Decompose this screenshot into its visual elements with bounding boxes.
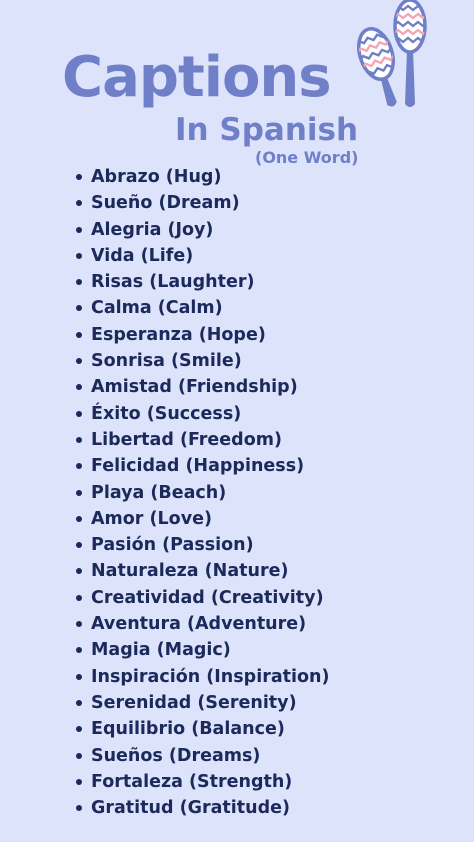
bullet-icon bbox=[76, 699, 82, 706]
list-item: Amor (Love) bbox=[72, 506, 330, 532]
list-item: Inspiración (Inspiration) bbox=[72, 664, 330, 690]
caption-list: Abrazo (Hug) Sueño (Dream) Alegria (Joy)… bbox=[72, 164, 330, 821]
list-item-text: Calma (Calm) bbox=[91, 298, 223, 319]
list-item-text: Sonrisa (Smile) bbox=[91, 351, 242, 372]
bullet-icon bbox=[76, 568, 82, 575]
list-item-text: Gratitud (Gratitude) bbox=[91, 798, 290, 819]
list-item-text: Creatividad (Creativity) bbox=[91, 587, 324, 608]
list-item-text: Sueños (Dreams) bbox=[91, 745, 261, 766]
list-item: Magia (Magic) bbox=[72, 637, 330, 663]
list-item: Pasión (Passion) bbox=[72, 532, 330, 558]
bullet-icon bbox=[76, 331, 82, 338]
bullet-icon bbox=[76, 252, 82, 259]
list-item: Sueños (Dreams) bbox=[72, 743, 330, 769]
bullet-icon bbox=[76, 778, 82, 785]
bullet-icon bbox=[76, 805, 82, 812]
list-item: Calma (Calm) bbox=[72, 295, 330, 321]
list-item: Amistad (Friendship) bbox=[72, 374, 330, 400]
list-item-text: Vida (Life) bbox=[91, 245, 194, 266]
page-subtitle: In Spanish bbox=[175, 112, 359, 148]
bullet-icon bbox=[76, 621, 82, 628]
list-item: Creatividad (Creativity) bbox=[72, 585, 330, 611]
bullet-icon bbox=[76, 200, 82, 207]
list-item: Libertad (Freedom) bbox=[72, 427, 330, 453]
list-item-text: Serenidad (Serenity) bbox=[91, 692, 297, 713]
bullet-icon bbox=[76, 463, 82, 470]
list-item-text: Amor (Love) bbox=[91, 508, 212, 529]
bullet-icon bbox=[76, 673, 82, 680]
list-item: Abrazo (Hug) bbox=[72, 164, 330, 190]
list-item-text: Fortaleza (Strength) bbox=[91, 771, 293, 792]
list-item-text: Pasión (Passion) bbox=[91, 535, 254, 556]
list-item: Éxito (Success) bbox=[72, 401, 330, 427]
bullet-icon bbox=[76, 279, 82, 286]
list-item: Aventura (Adventure) bbox=[72, 611, 330, 637]
list-item-text: Alegria (Joy) bbox=[91, 219, 214, 240]
bullet-icon bbox=[76, 542, 82, 549]
list-item: Fortaleza (Strength) bbox=[72, 769, 330, 795]
list-item-text: Aventura (Adventure) bbox=[91, 614, 307, 635]
list-item-text: Naturaleza (Nature) bbox=[91, 561, 289, 582]
bullet-icon bbox=[76, 410, 82, 417]
bullet-icon bbox=[76, 647, 82, 654]
list-item-text: Sueño (Dream) bbox=[91, 193, 240, 214]
bullet-icon bbox=[76, 384, 82, 391]
list-item: Felicidad (Happiness) bbox=[72, 453, 330, 479]
list-item: Vida (Life) bbox=[72, 243, 330, 269]
bullet-icon bbox=[76, 594, 82, 601]
list-item: Playa (Beach) bbox=[72, 480, 330, 506]
list-item-text: Magia (Magic) bbox=[91, 640, 231, 661]
bullet-icon bbox=[76, 358, 82, 365]
list-item-text: Equilibrio (Balance) bbox=[91, 719, 285, 740]
list-item: Alegria (Joy) bbox=[72, 217, 330, 243]
list-item-text: Risas (Laughter) bbox=[91, 272, 255, 293]
page-title: Captions bbox=[62, 45, 332, 110]
list-item: Sueño (Dream) bbox=[72, 190, 330, 216]
list-item: Gratitud (Gratitude) bbox=[72, 795, 330, 821]
list-item-text: Inspiración (Inspiration) bbox=[91, 666, 330, 687]
bullet-icon bbox=[76, 489, 82, 496]
bullet-icon bbox=[76, 436, 82, 443]
bullet-icon bbox=[76, 726, 82, 733]
list-item: Naturaleza (Nature) bbox=[72, 558, 330, 584]
list-item-text: Abrazo (Hug) bbox=[91, 167, 222, 187]
list-item-text: Playa (Beach) bbox=[91, 482, 227, 503]
list-item: Esperanza (Hope) bbox=[72, 322, 330, 348]
list-item-text: Felicidad (Happiness) bbox=[91, 456, 305, 477]
list-item: Risas (Laughter) bbox=[72, 269, 330, 295]
bullet-icon bbox=[76, 515, 82, 522]
list-item-text: Éxito (Success) bbox=[91, 403, 242, 424]
bullet-icon bbox=[76, 226, 82, 233]
list-item: Sonrisa (Smile) bbox=[72, 348, 330, 374]
list-item: Equilibrio (Balance) bbox=[72, 716, 330, 742]
bullet-icon bbox=[76, 174, 82, 180]
bullet-icon bbox=[76, 752, 82, 759]
list-item-text: Esperanza (Hope) bbox=[91, 324, 266, 345]
list-item-text: Libertad (Freedom) bbox=[91, 429, 282, 450]
list-item: Serenidad (Serenity) bbox=[72, 690, 330, 716]
bullet-icon bbox=[76, 305, 82, 312]
maracas-icon bbox=[353, 0, 427, 107]
list-item-text: Amistad (Friendship) bbox=[91, 377, 298, 398]
